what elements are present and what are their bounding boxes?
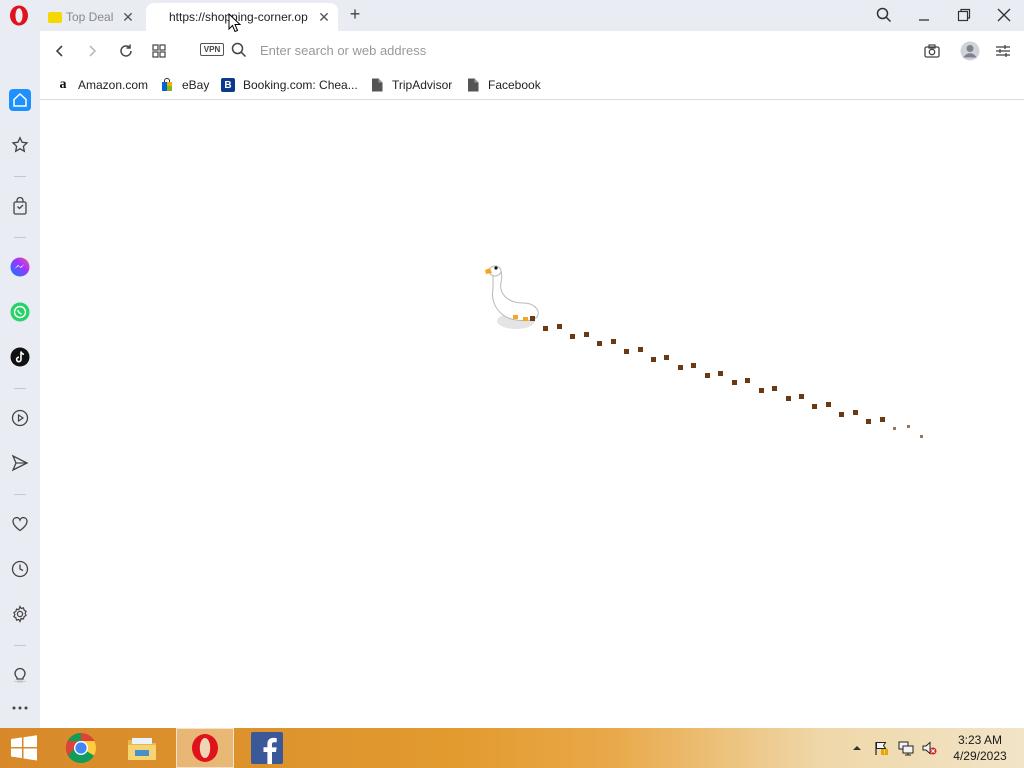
web-page-content	[40, 101, 1024, 728]
footprint	[799, 394, 804, 399]
footprint	[853, 410, 858, 415]
clock-time: 3:23 AM	[957, 733, 1003, 747]
star-icon[interactable]	[9, 134, 31, 156]
opera-taskbar-icon[interactable]	[176, 728, 234, 768]
bookmark-ebay[interactable]: eBay	[160, 75, 209, 95]
tab-top-deal[interactable]: Top Deal ✕	[42, 3, 142, 31]
footprint	[570, 334, 575, 339]
start-icon[interactable]	[6, 728, 42, 768]
tab-title: https://shopping-corner.op	[169, 10, 308, 24]
bookmark-label: eBay	[182, 78, 210, 92]
footprint	[543, 326, 548, 331]
forward-icon[interactable]	[82, 41, 102, 61]
more-icon[interactable]	[9, 697, 31, 719]
amazon-icon: a	[59, 77, 67, 92]
send-icon[interactable]	[9, 452, 31, 474]
footprint	[557, 324, 562, 329]
bookmarks-bar: a Amazon.com eBay B Booking.com: Chea...…	[40, 70, 1024, 100]
whatsapp-icon[interactable]	[9, 301, 31, 323]
footprint	[678, 365, 683, 370]
vpn-badge[interactable]: VPN	[200, 43, 224, 56]
footprint	[624, 349, 629, 354]
booking-icon: B	[221, 78, 235, 92]
tab-title: Top Deal	[66, 10, 114, 24]
reload-icon[interactable]	[116, 41, 136, 61]
sidebar	[0, 31, 40, 728]
footprint	[920, 435, 923, 438]
shopping-bag-icon[interactable]	[9, 195, 31, 217]
taskbar: ! 3:23 AM 4/29/2023	[0, 728, 1024, 768]
home-icon[interactable]	[9, 89, 31, 111]
footprint	[651, 357, 656, 362]
footprint	[893, 427, 896, 430]
player-icon[interactable]	[9, 407, 31, 429]
bookmark-label: Facebook	[488, 78, 541, 92]
snapshot-camera-icon[interactable]	[922, 41, 942, 61]
footprint	[732, 380, 737, 385]
facebook-icon[interactable]	[246, 728, 288, 768]
footprint	[826, 402, 831, 407]
volume-muted-icon[interactable]	[921, 740, 937, 756]
bookmark-amazon[interactable]: a Amazon.com	[56, 75, 149, 95]
minimize-icon[interactable]	[914, 6, 934, 24]
bookmark-label: Booking.com: Chea...	[243, 78, 358, 92]
search-icon	[231, 42, 247, 58]
address-bar: VPN	[40, 31, 1024, 70]
bookmark-booking[interactable]: B Booking.com: Chea...	[221, 75, 358, 95]
footprint	[759, 388, 764, 393]
footprint	[866, 419, 871, 424]
page-icon	[370, 78, 384, 92]
bookmark-tripadvisor[interactable]: TripAdvisor	[370, 75, 452, 95]
tab-search-icon[interactable]	[874, 6, 894, 24]
tiktok-icon[interactable]	[9, 346, 31, 368]
close-tab-icon[interactable]: ✕	[120, 9, 136, 25]
footprint	[812, 404, 817, 409]
restore-icon[interactable]	[954, 6, 974, 24]
show-hidden-icons-icon[interactable]	[849, 740, 865, 756]
profile-avatar-icon[interactable]	[960, 41, 980, 61]
settings-icon[interactable]	[9, 603, 31, 625]
bookmark-label: TripAdvisor	[392, 78, 453, 92]
new-tab-button[interactable]: +	[346, 5, 364, 23]
ebay-icon	[160, 78, 174, 92]
heart-icon[interactable]	[9, 513, 31, 535]
footprint	[584, 332, 589, 337]
footprint	[772, 386, 777, 391]
file-explorer-icon[interactable]	[119, 728, 165, 768]
footprint	[718, 371, 723, 376]
messenger-icon[interactable]	[9, 256, 31, 278]
tab-shopping-corner[interactable]: https://shopping-corner.op ✕	[146, 3, 338, 31]
bookmark-facebook[interactable]: Facebook	[466, 75, 541, 95]
footprint	[611, 339, 616, 344]
bookmark-label: Amazon.com	[78, 78, 149, 92]
tab-strip: Top Deal ✕ https://shopping-corner.op ✕ …	[0, 0, 1024, 31]
footprint	[745, 378, 750, 383]
opera-menu-icon[interactable]	[9, 5, 29, 26]
footprint	[907, 425, 910, 428]
tab-overview-icon[interactable]	[149, 41, 169, 61]
system-clock[interactable]: 3:23 AM 4/29/2023	[944, 732, 1016, 764]
close-window-icon[interactable]	[994, 6, 1014, 24]
footprint	[638, 347, 643, 352]
footprint	[664, 355, 669, 360]
footprint	[597, 341, 602, 346]
easy-setup-icon[interactable]	[993, 41, 1013, 61]
clock-date: 4/29/2023	[953, 749, 1007, 763]
close-tab-icon[interactable]: ✕	[316, 9, 332, 25]
footprint	[786, 396, 791, 401]
mouse-cursor-icon	[228, 13, 242, 33]
footprint	[691, 363, 696, 368]
chrome-icon[interactable]	[58, 728, 104, 768]
action-center-flag-icon[interactable]: !	[873, 740, 889, 756]
tab-favicon-icon	[48, 11, 62, 23]
history-icon[interactable]	[9, 558, 31, 580]
back-icon[interactable]	[50, 41, 70, 61]
page-icon	[466, 78, 480, 92]
footprint	[839, 412, 844, 417]
footprint	[705, 373, 710, 378]
footprint	[880, 417, 885, 422]
footprint	[530, 316, 535, 321]
address-input[interactable]	[260, 40, 760, 60]
network-icon[interactable]	[898, 740, 914, 756]
